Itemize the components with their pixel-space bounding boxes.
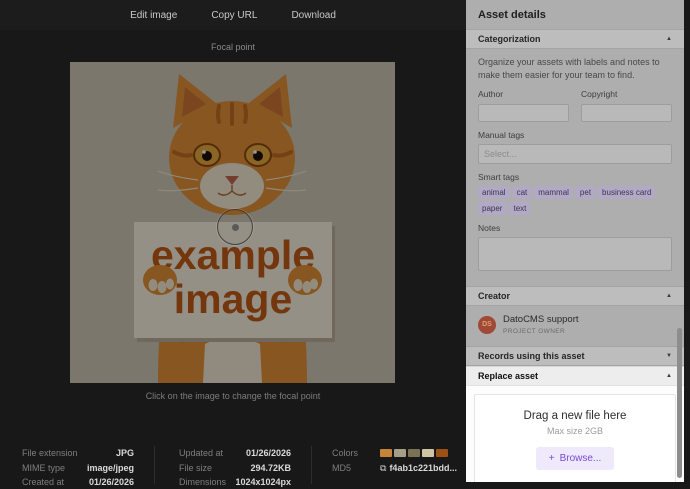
metadata-label: Dimensions <box>179 477 226 487</box>
metadata-label: File extension <box>22 448 78 458</box>
creator-name: DatoCMS support <box>503 315 579 325</box>
asset-image[interactable]: example image <box>70 62 395 383</box>
plus-icon: + <box>549 453 555 464</box>
smart-tag-chip[interactable]: business card <box>598 186 655 199</box>
download-button[interactable]: Download <box>291 10 335 21</box>
manual-tags-label: Manual tags <box>478 130 672 140</box>
categorization-description: Organize your assets with labels and not… <box>478 56 672 81</box>
edit-image-button[interactable]: Edit image <box>130 10 177 21</box>
metadata-value: JPG <box>116 448 134 458</box>
copyright-label: Copyright <box>581 89 672 99</box>
metadata-col1: File extension JPG MIME type image/jpeg Crea… <box>22 446 134 489</box>
smart-tags-list: animalcatmammalpetbusiness card papertext <box>478 186 672 215</box>
smart-tag-chip[interactable]: pet <box>576 186 595 199</box>
replace-asset-body: Drag a new file here Max size 2GB + Brow… <box>466 386 684 482</box>
categorization-body: Organize your assets with labels and not… <box>466 49 684 286</box>
browse-button[interactable]: + Browse... <box>536 447 615 470</box>
dropzone-subtitle: Max size 2GB <box>475 426 675 436</box>
metadata-label: MIME type <box>22 463 65 473</box>
file-dropzone[interactable]: Drag a new file here Max size 2GB + Brow… <box>474 394 676 482</box>
smart-tag-chip[interactable]: animal <box>478 186 510 199</box>
creator-role: PROJECT OWNER <box>503 328 579 335</box>
metadata-row: File extension JPG <box>22 446 134 460</box>
metadata-label: Updated at <box>179 448 223 458</box>
smart-tag-chip[interactable]: cat <box>513 186 532 199</box>
chevron-up-icon: ▲ <box>666 373 672 379</box>
color-swatch <box>394 449 406 457</box>
notes-field[interactable] <box>478 237 672 271</box>
section-header-records[interactable]: Records using this asset ▼ <box>466 346 684 366</box>
md5-label: MD5 <box>332 463 368 473</box>
color-swatch <box>436 449 448 457</box>
smart-tag-chip[interactable]: mammal <box>534 186 573 199</box>
image-caption: Click on the image to change the focal p… <box>0 391 466 401</box>
media-area: Edit image Copy URL Download Focal point <box>0 0 466 489</box>
metadata-divider <box>311 446 312 484</box>
section-header-creator[interactable]: Creator ▲ <box>466 286 684 306</box>
copyright-field[interactable] <box>581 104 672 122</box>
image-toolbar: Edit image Copy URL Download <box>0 0 466 30</box>
panel-title: Asset details <box>466 0 684 29</box>
colors-label: Colors <box>332 448 368 458</box>
focal-point-handle[interactable] <box>217 209 253 245</box>
panel-scrollbar[interactable] <box>677 328 682 478</box>
metadata-row: File size 294.72KB <box>179 461 291 475</box>
section-header-replace-asset[interactable]: Replace asset ▲ <box>466 366 684 386</box>
metadata-row: Dimensions 1024x1024px <box>179 475 291 489</box>
chevron-down-icon: ▼ <box>666 353 672 359</box>
color-swatch <box>422 449 434 457</box>
section-header-categorization[interactable]: Categorization ▲ <box>466 29 684 49</box>
metadata-col3: Colors MD5 ⧉ f4ab1c221bdd... <box>332 446 466 489</box>
smart-tag-chip[interactable]: paper <box>478 202 506 215</box>
browse-button-label: Browse... <box>560 453 602 464</box>
author-field[interactable] <box>478 104 569 122</box>
metadata-value: 01/26/2026 <box>246 448 291 458</box>
color-swatch <box>380 449 392 457</box>
metadata-row: Created at 01/26/2026 <box>22 475 134 489</box>
metadata-value: 1024x1024px <box>235 477 291 487</box>
metadata-value: 294.72KB <box>250 463 291 473</box>
metadata-row: MIME type image/jpeg <box>22 461 134 475</box>
categorization-header-label: Categorization <box>478 34 541 44</box>
smart-tags-label: Smart tags <box>478 172 672 182</box>
color-swatches <box>380 449 448 457</box>
author-label: Author <box>478 89 569 99</box>
records-header-label: Records using this asset <box>478 351 585 361</box>
notes-label: Notes <box>478 223 672 233</box>
metadata-row: Updated at 01/26/2026 <box>179 446 291 460</box>
creator-body: DS DatoCMS support PROJECT OWNER <box>466 306 684 345</box>
md5-value[interactable]: ⧉ f4ab1c221bdd... <box>380 463 457 474</box>
chevron-up-icon: ▲ <box>666 36 672 42</box>
metadata-value: image/jpeg <box>87 463 134 473</box>
copy-url-button[interactable]: Copy URL <box>211 10 257 21</box>
avatar: DS <box>478 316 496 334</box>
md5-text: f4ab1c221bdd... <box>389 463 457 473</box>
copy-icon: ⧉ <box>380 463 386 474</box>
smart-tag-chip[interactable]: text <box>509 202 530 215</box>
replace-header-label: Replace asset <box>478 371 538 381</box>
dropzone-title: Drag a new file here <box>475 410 675 422</box>
metadata-value: 01/26/2026 <box>89 477 134 487</box>
asset-detail-view: Edit image Copy URL Download Focal point <box>0 0 690 489</box>
metadata-label: Created at <box>22 477 64 487</box>
creator-header-label: Creator <box>478 291 510 301</box>
focal-point-label: Focal point <box>0 42 466 52</box>
manual-tags-field[interactable] <box>478 144 672 164</box>
metadata-divider <box>154 446 155 484</box>
focal-point-dot <box>232 224 239 231</box>
metadata-col2: Updated at 01/26/2026 File size 294.72KB Dim… <box>179 446 291 489</box>
color-swatch <box>408 449 420 457</box>
metadata-bar: File extension JPG MIME type image/jpeg Crea… <box>0 440 466 489</box>
chevron-up-icon: ▲ <box>666 293 672 299</box>
metadata-label: File size <box>179 463 212 473</box>
asset-details-panel: Asset details Categorization ▲ Organize … <box>466 0 684 482</box>
